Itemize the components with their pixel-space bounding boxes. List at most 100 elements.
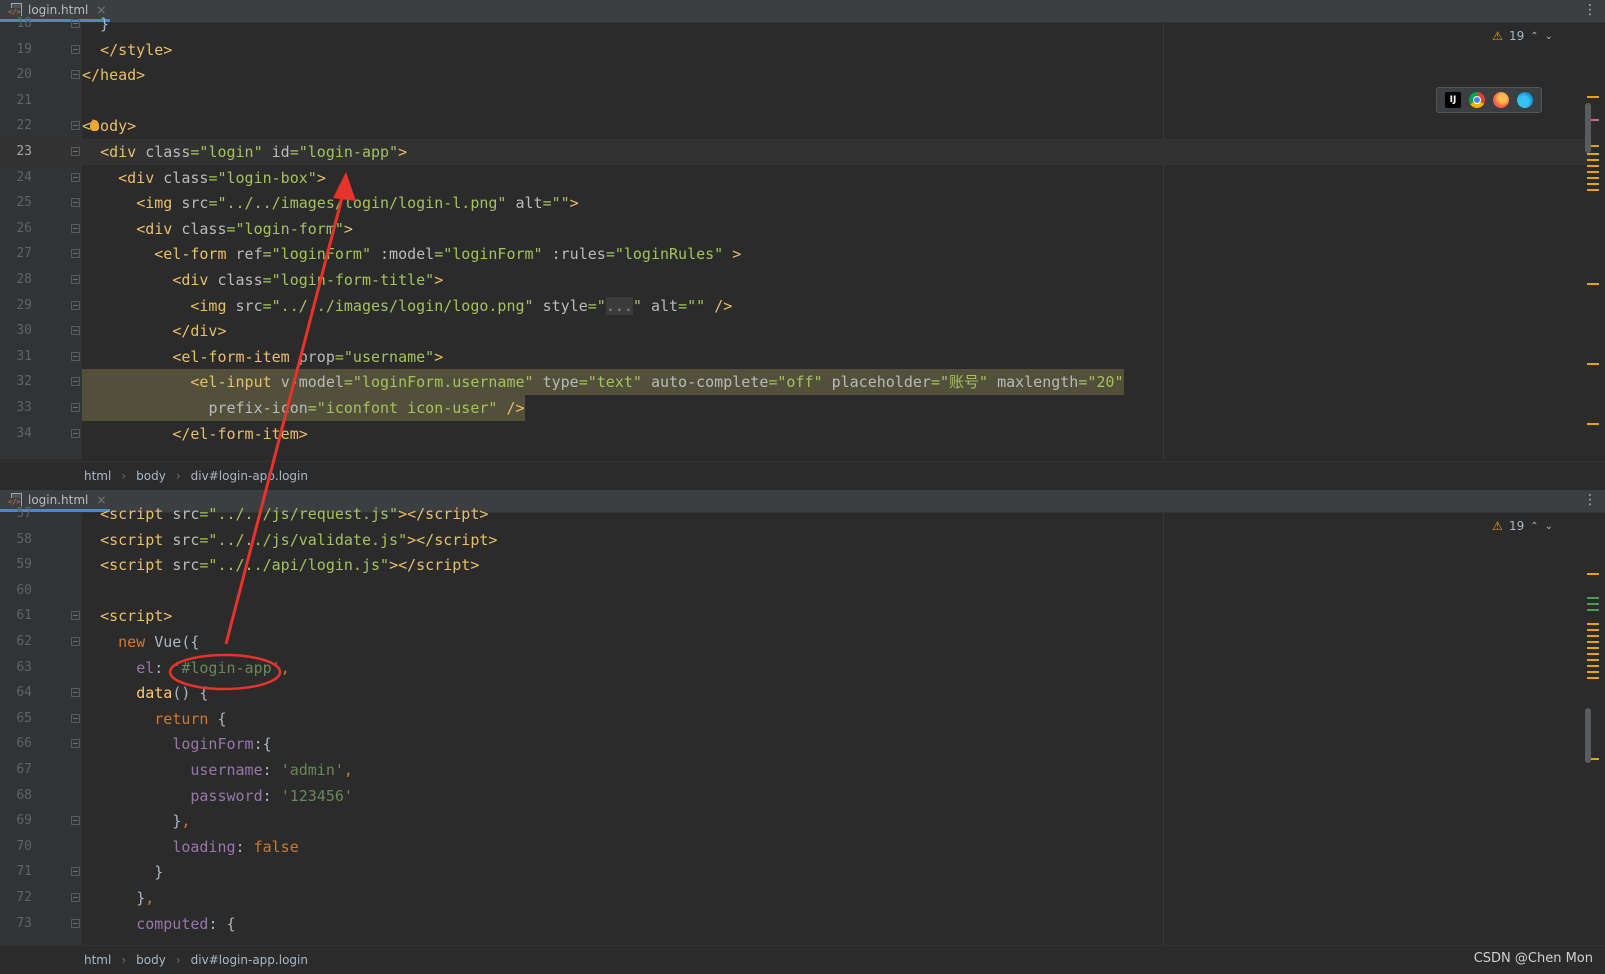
fold-marker-icon[interactable] <box>71 739 80 749</box>
code-line[interactable]: 24 <div class="login-box"> <box>0 165 1590 191</box>
code-line[interactable]: 30 </div> <box>0 318 1590 344</box>
code-line[interactable]: 72 }, <box>0 885 1590 911</box>
chevron-up-icon[interactable]: ⌃ <box>1530 521 1538 532</box>
fold-marker-icon[interactable] <box>71 275 80 284</box>
code-line[interactable]: 67 username: 'admin', <box>0 757 1590 783</box>
code-line[interactable]: 58 <script src="../../js/validate.js"></… <box>0 527 1590 553</box>
breadcrumb-separator-icon: › <box>175 469 181 483</box>
line-number: 20 <box>16 67 32 83</box>
code-line[interactable]: 25 <img src="../../images/login/login-l.… <box>0 190 1590 216</box>
fold-marker-icon[interactable] <box>71 198 80 208</box>
inspection-widget[interactable]: ⚠ 19 ⌃ ⌄ <box>1492 29 1553 43</box>
code-line[interactable]: 28 <div class="login-form-title"> <box>0 267 1590 293</box>
code-line[interactable]: 60 <box>0 578 1590 604</box>
chevron-down-icon[interactable]: ⌄ <box>1545 521 1553 532</box>
code-text: prefix-icon="iconfont icon-user" /> <box>82 395 525 421</box>
code-text: <div class="login-box"> <box>118 168 326 187</box>
error-stripe[interactable] <box>1587 23 1601 460</box>
code-line[interactable]: 69 }, <box>0 808 1590 834</box>
fold-marker-icon[interactable] <box>71 351 80 361</box>
code-line[interactable]: 33 prefix-icon="iconfont icon-user" /> <box>0 395 1590 421</box>
code-line[interactable]: 27 <el-form ref="loginForm" :model="logi… <box>0 241 1590 267</box>
code-line[interactable]: 22 <body> <box>0 113 1590 139</box>
breadcrumb-item[interactable]: html <box>84 953 111 967</box>
fold-marker-icon[interactable] <box>71 611 80 621</box>
code-line[interactable]: 62 new Vue({ <box>0 629 1590 655</box>
scrollbar-thumb[interactable] <box>1585 708 1591 763</box>
code-line[interactable]: 20 </head> <box>0 62 1590 88</box>
inspection-widget[interactable]: ⚠ 19 ⌃ ⌄ <box>1492 519 1553 533</box>
code-line[interactable]: 32 <el-input v-model="loginForm.username… <box>0 369 1590 396</box>
breadcrumb-item[interactable]: div#login-app.login <box>191 469 308 483</box>
code-line[interactable]: 21 <box>0 88 1590 114</box>
breadcrumb-item[interactable]: html <box>84 469 111 483</box>
code-text: computed: { <box>136 914 236 933</box>
fold-marker-icon[interactable] <box>71 637 80 646</box>
line-number: 23 <box>16 144 32 159</box>
code-editor[interactable]: 18 } 19 </style> 20 </head> 21 22 <body> 23 <di… <box>0 15 1605 460</box>
code-line[interactable]: 63 el: '#login-app', <box>0 655 1590 681</box>
code-line[interactable]: 68 password: '123456' <box>0 783 1590 809</box>
breadcrumb-item[interactable]: body <box>136 469 166 483</box>
code-line[interactable]: 57 <script src="../../js/request.js"></s… <box>0 501 1590 527</box>
fold-marker-icon[interactable] <box>71 688 80 698</box>
fold-marker-icon[interactable] <box>71 816 80 826</box>
code-line[interactable]: 59 <script src="../../api/login.js"></sc… <box>0 552 1590 578</box>
code-line[interactable]: 64 data() { <box>0 680 1590 706</box>
code-line[interactable]: 65 return { <box>0 706 1590 732</box>
code-text: data() { <box>136 684 209 703</box>
code-line[interactable]: 29 <img src="../../images/login/logo.png… <box>0 293 1590 319</box>
fold-marker-icon[interactable] <box>71 172 80 182</box>
breadcrumb-item[interactable]: div#login-app.login <box>191 953 308 967</box>
fold-marker-icon[interactable] <box>71 428 80 438</box>
fold-marker-icon[interactable] <box>71 70 80 80</box>
breadcrumb: html › body › div#login-app.login <box>0 945 1605 974</box>
fold-marker-icon[interactable] <box>71 223 80 233</box>
chevron-up-icon[interactable]: ⌃ <box>1530 31 1538 42</box>
browser-preview-bar: IJ <box>1436 87 1542 113</box>
line-number: 32 <box>16 374 32 390</box>
edge-icon[interactable] <box>1517 92 1533 108</box>
fold-marker-icon[interactable] <box>71 121 80 131</box>
scrollbar-thumb[interactable] <box>1585 103 1591 153</box>
code-line[interactable]: 66 loginForm:{ <box>0 731 1590 757</box>
code-line[interactable]: 31 <el-form-item prop="username"> <box>0 344 1590 370</box>
chevron-down-icon[interactable]: ⌄ <box>1545 31 1553 42</box>
code-line[interactable]: 61 <script> <box>0 603 1590 629</box>
fold-marker-icon[interactable] <box>71 377 80 387</box>
chrome-icon[interactable] <box>1469 92 1485 108</box>
fold-marker-icon[interactable] <box>71 19 80 28</box>
fold-marker-icon[interactable] <box>71 893 80 902</box>
breadcrumb-separator-icon: › <box>175 953 181 967</box>
firefox-icon[interactable] <box>1493 92 1509 108</box>
code-line[interactable]: 71 } <box>0 859 1590 885</box>
fold-marker-icon[interactable] <box>71 300 80 310</box>
code-line[interactable]: 26 <div class="login-form"> <box>0 216 1590 242</box>
line-number: 26 <box>16 220 32 236</box>
code-text: el: '#login-app', <box>136 658 290 677</box>
code-editor[interactable]: 57 <script src="../../js/request.js"></s… <box>0 505 1605 950</box>
line-number: 24 <box>16 169 32 185</box>
code-line[interactable]: 70 loading: false <box>0 834 1590 860</box>
fold-marker-icon[interactable] <box>71 867 80 877</box>
line-number: 18 <box>16 16 32 31</box>
fold-marker-icon[interactable] <box>71 44 80 54</box>
intention-bulb-icon[interactable] <box>90 120 99 132</box>
fold-marker-icon[interactable] <box>71 403 80 412</box>
warning-count: 19 <box>1508 29 1525 43</box>
line-number: 59 <box>16 557 32 573</box>
code-line[interactable]: 73 computed: { <box>0 911 1590 937</box>
code-line[interactable]: 19 </style> <box>0 37 1590 63</box>
fold-marker-icon[interactable] <box>71 326 80 336</box>
line-number: 66 <box>16 736 32 752</box>
intellij-icon[interactable]: IJ <box>1445 92 1461 108</box>
breadcrumb-item[interactable]: body <box>136 953 166 967</box>
code-line[interactable]: 18 } <box>0 11 1590 37</box>
fold-marker-icon[interactable] <box>71 713 80 723</box>
fold-marker-icon[interactable] <box>71 918 80 928</box>
fold-marker-icon[interactable] <box>71 249 80 259</box>
fold-marker-icon[interactable] <box>71 147 80 156</box>
line-number: 71 <box>16 864 32 880</box>
code-line[interactable]: 23 <div class="login" id="login-app"> <box>0 139 1590 165</box>
code-line[interactable]: 34 </el-form-item> <box>0 421 1590 447</box>
